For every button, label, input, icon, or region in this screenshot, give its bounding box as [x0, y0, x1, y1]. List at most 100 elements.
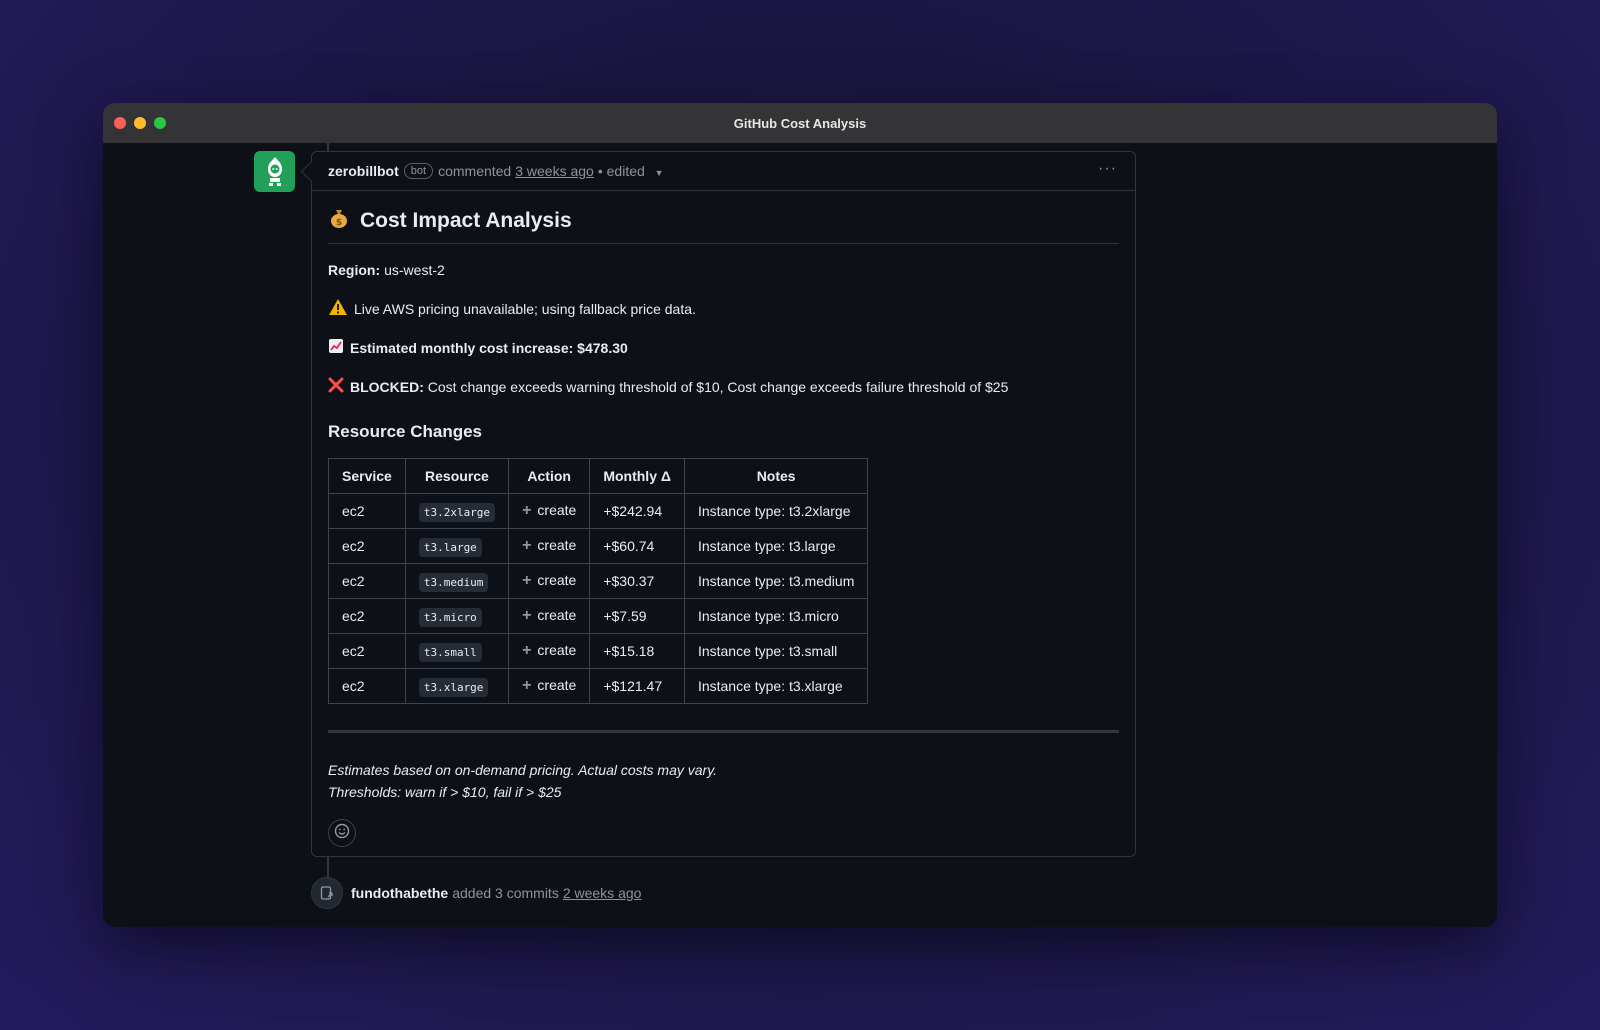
delta-cell: +$30.37 [589, 563, 685, 599]
warning-icon [328, 298, 348, 319]
resource-code: t3.micro [418, 608, 482, 627]
plus-icon: + [522, 642, 532, 659]
resource-code: t3.xlarge [418, 678, 489, 697]
chevron-down-icon: ▼ [654, 168, 664, 178]
action-cell: + create [508, 598, 591, 634]
action-cell: + create [508, 528, 591, 564]
service-cell: ec2 [328, 668, 406, 704]
add-reaction-button[interactable] [328, 819, 356, 847]
resource-cell: t3.small [404, 633, 510, 669]
table-row: ec2 t3.medium + create +$30.37 Instance t… [328, 563, 869, 599]
report-heading: $ Cost Impact Analysis [328, 207, 1119, 244]
close-window-button[interactable] [114, 117, 126, 129]
service-cell: ec2 [328, 633, 406, 669]
bot-comment: zerobillbot bot commented 3 weeks ago • … [311, 151, 1136, 857]
action-label: create [537, 642, 577, 658]
action-cell: + create [508, 493, 591, 529]
region-label: Region: [328, 262, 381, 278]
edited-dropdown[interactable]: • edited ▼ [598, 163, 664, 179]
plus-icon: + [522, 572, 532, 589]
notes-cell: Instance type: t3.micro [683, 598, 869, 634]
notes-cell: Instance type: t3.medium [683, 563, 869, 599]
plus-icon: + [522, 607, 532, 624]
footnote-pricing: Estimates based on on-demand pricing. Ac… [328, 762, 718, 778]
event-text: added 3 commits [452, 885, 559, 901]
delta-cell: +$7.59 [589, 598, 685, 634]
maximize-window-button[interactable] [154, 117, 166, 129]
svg-text:$: $ [336, 218, 342, 228]
column-header: Action [508, 458, 591, 494]
action-cell: + create [508, 668, 591, 704]
service-cell: ec2 [328, 493, 406, 529]
title-bar: GitHub Cost Analysis [103, 103, 1497, 143]
app-window: GitHub Cost Analysis zerobillbot bot com… [103, 103, 1497, 927]
divider [328, 730, 1119, 733]
action-label: create [537, 677, 577, 693]
smiley-icon [334, 823, 350, 844]
service-cell: ec2 [328, 528, 406, 564]
cross-mark-icon [328, 377, 344, 396]
notes-cell: Instance type: t3.small [683, 633, 869, 669]
comment-header: zerobillbot bot commented 3 weeks ago • … [312, 152, 1135, 191]
table-row: ec2 t3.2xlarge + create +$242.94 Instance… [328, 493, 869, 529]
comment-time-link[interactable]: 3 weeks ago [515, 163, 594, 179]
footnote-thresholds: Thresholds: warn if > $10, fail if > $25 [328, 784, 562, 800]
commit-event: fundothabethe added 3 commits 2 weeks ag… [311, 877, 645, 909]
region-line: Region: us-west-2 [328, 262, 1119, 278]
resource-cell: t3.xlarge [404, 668, 510, 704]
delta-cell: +$15.18 [589, 633, 685, 669]
comment-author[interactable]: zerobillbot [328, 163, 399, 179]
warning-line: Live AWS pricing unavailable; using fall… [328, 298, 1119, 319]
event-user[interactable]: fundothabethe [351, 885, 448, 901]
notes-cell: Instance type: t3.xlarge [683, 668, 869, 704]
service-cell: ec2 [328, 598, 406, 634]
more-options-button[interactable]: ··· [1098, 160, 1117, 178]
delta-cell: +$121.47 [589, 668, 685, 704]
timeline: zerobillbot bot commented 3 weeks ago • … [103, 143, 1497, 927]
comment-body: $ Cost Impact Analysis Region: us-west-2 [312, 191, 1135, 863]
window-title: GitHub Cost Analysis [733, 115, 867, 131]
table-row: ec2 t3.large + create +$60.74 Instance ty… [328, 528, 869, 564]
delta-cell: +$242.94 [589, 493, 685, 529]
service-cell: ec2 [328, 563, 406, 599]
report-title: Cost Impact Analysis [360, 209, 572, 232]
resource-cell: t3.2xlarge [404, 493, 510, 529]
plus-icon: + [522, 537, 532, 554]
column-header: Service [328, 458, 406, 494]
comment-action: commented [438, 163, 512, 179]
minimize-window-button[interactable] [134, 117, 146, 129]
window-controls [114, 117, 166, 129]
column-header: Resource [404, 458, 510, 494]
column-header: Notes [683, 458, 869, 494]
table-header-row: Service Resource Action Monthly Δ Notes [328, 458, 869, 494]
robot-icon[interactable] [254, 151, 295, 192]
action-label: create [537, 502, 577, 518]
blocked-text: Cost change exceeds warning threshold of… [427, 378, 1009, 395]
resource-code: t3.2xlarge [418, 503, 496, 522]
table-row: ec2 t3.small + create +$15.18 Instance ty… [328, 633, 869, 669]
edited-label: • edited [597, 163, 645, 179]
warning-text: Live AWS pricing unavailable; using fall… [354, 300, 696, 317]
plus-icon: + [522, 502, 532, 519]
resource-cell: t3.large [404, 528, 510, 564]
estimate-line: Estimated monthly cost increase: $478.30 [328, 338, 1119, 357]
action-cell: + create [508, 563, 591, 599]
blocked-line: BLOCKED: Cost change exceeds warning thr… [328, 377, 1119, 396]
table-row: ec2 t3.micro + create +$7.59 Instance typ… [328, 598, 869, 634]
blocked-label: BLOCKED: [350, 378, 424, 395]
event-time-link[interactable]: 2 weeks ago [563, 885, 642, 901]
action-label: create [537, 607, 577, 623]
resource-code: t3.medium [418, 573, 489, 592]
commit-push-icon [311, 877, 343, 909]
resource-code: t3.small [418, 643, 482, 662]
resource-changes-heading: Resource Changes [328, 422, 482, 441]
notes-cell: Instance type: t3.large [683, 528, 869, 564]
plus-icon: + [522, 677, 532, 694]
resource-changes-table: Service Resource Action Monthly Δ Notes … [328, 458, 869, 704]
action-label: create [537, 572, 577, 588]
notes-cell: Instance type: t3.2xlarge [683, 493, 869, 529]
table-row: ec2 t3.xlarge + create +$121.47 Instance … [328, 668, 869, 704]
delta-cell: +$60.74 [589, 528, 685, 564]
resource-code: t3.large [418, 538, 482, 557]
resource-cell: t3.micro [404, 598, 510, 634]
